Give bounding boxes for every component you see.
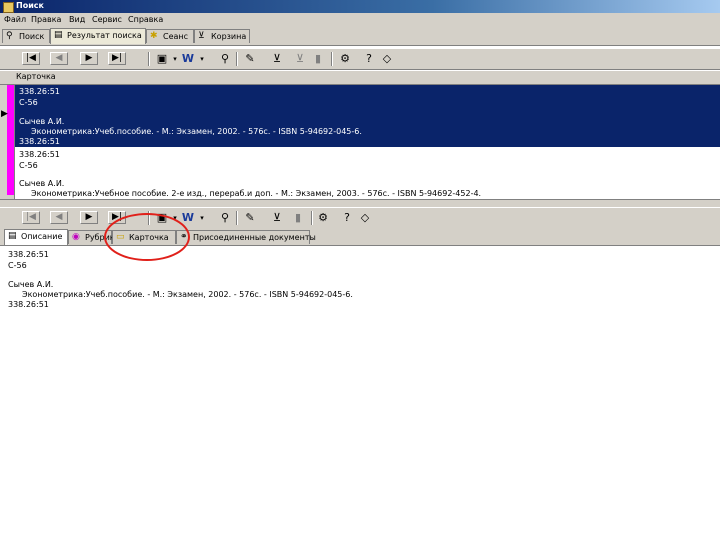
rubrics-icon: ◉ [72,232,80,242]
record-line: С-56 [19,98,38,107]
delete-icon[interactable]: ▮ [311,52,325,66]
row-marker [7,147,14,195]
separator [236,52,238,66]
delete-icon[interactable]: ▮ [291,211,305,225]
separator [148,52,150,66]
record-row-selected[interactable]: 338.26:51 С-56 Сычев А.И. Эконометрика:У… [15,85,720,147]
dropdown-arrow-icon[interactable]: ▾ [168,52,182,66]
row-marker [7,85,14,147]
grid-header: Карточка [0,71,720,85]
last-record-button[interactable]: ▶| [108,52,126,65]
document-icon: ▤ [8,231,17,241]
tab-attached-label: Присоединенные документы [193,233,316,242]
separator [311,211,313,225]
description-text: Эконометрика:Учеб.пособие. - М.: Экзамен… [22,290,353,299]
record-line: С-56 [19,161,38,170]
binoculars-icon[interactable]: ⚲ [218,52,232,66]
word-export-icon[interactable]: W [181,211,195,225]
record-description: Эконометрика:Учеб.пособие. - М.: Экзамен… [31,127,362,136]
tab-session[interactable]: ✱ Сеанс [146,29,194,43]
cart-icon: ⊻ [198,31,205,41]
next-record-button[interactable]: ▶ [80,211,98,224]
window-title: Поиск [16,1,44,10]
tools-icon[interactable]: ✎ [243,52,257,66]
tab-cart[interactable]: ⊻ Корзина [194,29,250,43]
prev-record-button[interactable]: ◀ [50,52,68,65]
settings-icon[interactable]: ⚙ [316,211,330,225]
prev-record-button[interactable]: ◀ [50,211,68,224]
tab-search[interactable]: ⚲ Поиск [2,29,50,43]
first-record-button[interactable]: |◀ [22,52,40,65]
tab-results-label: Результат поиска [67,31,142,40]
description-line: 338.26:51 [8,300,49,309]
description-line: С-56 [8,261,27,270]
binoculars-icon: ⚲ [6,31,13,41]
help-icon[interactable]: ? [340,211,354,225]
column-header-card[interactable]: Карточка [16,72,56,81]
dropdown-arrow-icon[interactable]: ▾ [195,211,209,225]
main-tabs: ⚲ Поиск ▤ Результат поиска ✱ Сеанс ⊻ Кор… [0,27,720,46]
current-row-pointer-icon: ▶ [1,109,8,119]
menu-help[interactable]: Справка [128,15,163,24]
menu-file[interactable]: Файл [4,15,26,24]
tab-search-label: Поиск [19,32,45,41]
menu-service[interactable]: Сервис [92,15,122,24]
session-icon: ✱ [150,31,158,41]
view-icon[interactable]: ◇ [380,52,394,66]
menu-edit[interactable]: Правка [31,15,61,24]
tab-search-results[interactable]: ▤ Результат поиска [50,28,146,44]
separator [236,211,238,225]
tab-cart-label: Корзина [211,32,247,41]
document-icon: ▤ [54,30,63,40]
save-icon[interactable]: ▣ [155,52,169,66]
menu-view[interactable]: Вид [69,15,85,24]
view-icon[interactable]: ◇ [358,211,372,225]
description-author: Сычев А.И. [8,280,54,289]
binoculars-icon[interactable]: ⚲ [218,211,232,225]
first-record-button[interactable]: |◀ [22,211,40,224]
menu-bar: Файл Правка Вид Сервис Справка [0,13,720,27]
description-pane: 338.26:51 С-56 Сычев А.И. Эконометрика:У… [0,246,720,540]
tab-session-label: Сеанс [163,32,189,41]
add-to-cart-icon[interactable]: ⊻ [270,211,284,225]
record-line: 338.26:51 [19,87,60,96]
description-line: 338.26:51 [8,250,49,259]
add-to-cart-icon[interactable]: ⊻ [270,52,284,66]
record-author: Сычев А.И. [19,117,65,126]
tab-description-label: Описание [21,232,63,241]
dropdown-arrow-icon[interactable]: ▾ [195,52,209,66]
record-author: Сычев А.И. [19,179,65,188]
tools-icon[interactable]: ✎ [243,211,257,225]
top-toolbar: |◀ ◀ ▶ ▶| ▣ ▾ W ▾ ⚲ ✎ ⊻ ⊻ ▮ ⚙ ? ◇ [0,48,720,70]
app-icon [3,2,14,13]
title-bar: Поиск [0,0,720,13]
word-export-icon[interactable]: W [181,52,195,66]
record-description: Эконометрика:Учебное пособие. 2-е изд., … [31,189,482,198]
record-row[interactable]: 338.26:51 С-56 Сычев А.И. Эконометрика:У… [15,147,720,199]
tab-description[interactable]: ▤ Описание [4,229,68,245]
highlight-circle [104,213,190,261]
help-icon[interactable]: ? [362,52,376,66]
remove-from-cart-icon[interactable]: ⊻ [293,52,307,66]
separator [331,52,333,66]
record-line: 338.26:51 [19,150,60,159]
settings-icon[interactable]: ⚙ [338,52,352,66]
next-record-button[interactable]: ▶ [80,52,98,65]
tab-attached-documents[interactable]: ⚭ Присоединенные документы [176,230,316,244]
record-line: 338.26:51 [19,137,60,146]
